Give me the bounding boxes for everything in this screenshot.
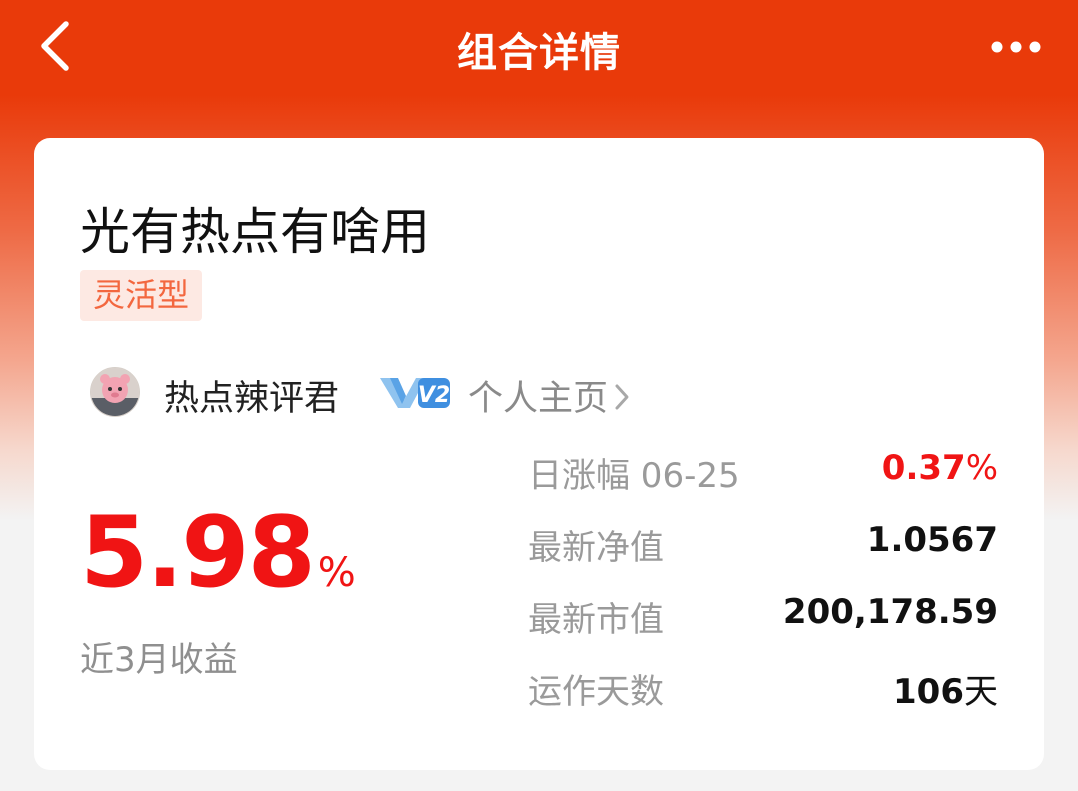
chevron-right-icon — [614, 380, 630, 420]
stat-row-running-days: 运作天数 106天 — [528, 664, 998, 736]
stat-row-net-value: 最新净值 1.0567 — [528, 520, 998, 592]
stat-label: 运作天数 — [528, 672, 664, 712]
stat-row-daily-change: 日涨幅 06-25 0.37% — [528, 448, 998, 520]
stat-value: 0.37% — [882, 448, 998, 488]
author-row[interactable]: 热点辣评君 V2 个人主页 — [80, 364, 700, 420]
stat-value: 106天 — [893, 664, 998, 713]
avatar-image — [91, 368, 139, 416]
return-number: 5.98 — [80, 496, 316, 610]
stat-label: 最新净值 — [528, 528, 664, 568]
stat-unit: 天 — [964, 672, 998, 712]
more-button[interactable] — [984, 30, 1048, 64]
stat-number: 106 — [893, 672, 964, 712]
v2-badge-icon: V2 — [380, 378, 450, 408]
stat-number: 1.0567 — [866, 520, 998, 560]
return-label: 近3月收益 — [80, 640, 238, 680]
stats-list: 日涨幅 06-25 0.37% 最新净值 1.0567 最新市值 200,178… — [528, 448, 998, 736]
stat-number: 0.37 — [881, 448, 966, 488]
return-value: 5.98% — [80, 496, 356, 610]
return-percent-sign: % — [317, 550, 356, 596]
stat-row-market-value: 最新市值 200,178.59 — [528, 592, 998, 664]
stat-value: 200,178.59 — [783, 592, 998, 632]
vip-level-badge: V2 — [376, 372, 454, 412]
avatar[interactable] — [90, 367, 140, 417]
author-name[interactable]: 热点辣评君 — [164, 370, 339, 421]
homepage-link[interactable]: 个人主页 — [468, 370, 630, 421]
stat-value: 1.0567 — [867, 520, 998, 560]
portfolio-card: 光有热点有啥用 灵活型 热点辣评君 V2 个人主页 5.98 % 近3月收益 日… — [34, 138, 1044, 770]
badge-level-text: V2 — [418, 383, 450, 408]
stat-label: 最新市值 — [528, 600, 664, 640]
portfolio-name: 光有热点有啥用 — [80, 203, 430, 261]
stat-number: 200,178.59 — [782, 592, 998, 632]
strategy-tag: 灵活型 — [80, 270, 203, 321]
top-nav-bar: 组合详情 — [0, 0, 1078, 92]
more-dots-icon — [991, 41, 1041, 53]
stat-label: 日涨幅 06-25 — [528, 456, 740, 496]
page-title: 组合详情 — [457, 30, 621, 76]
homepage-link-label: 个人主页 — [468, 379, 609, 419]
stat-unit: % — [965, 448, 998, 488]
